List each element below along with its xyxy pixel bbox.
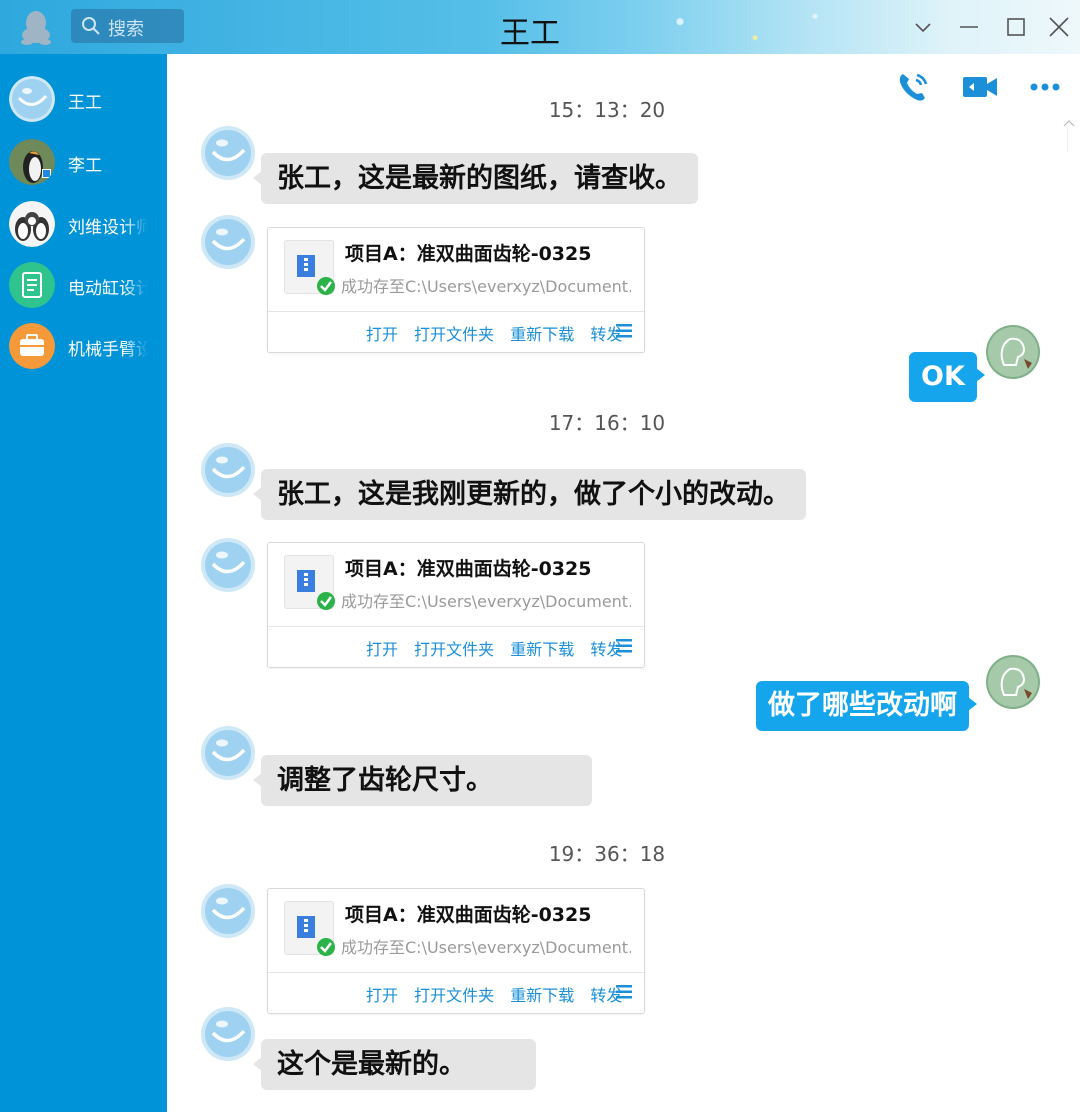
file-name: 项目A：准双曲面齿轮-0325 [345,558,592,580]
sender-avatar-icon[interactable] [201,126,255,180]
scrollbar-track[interactable] [1067,128,1068,152]
menu-icon[interactable] [616,324,632,338]
file-card[interactable]: 项目A：准双曲面齿轮-0325 成功存至C:\Users\everxyz\Doc… [267,227,645,353]
file-actions: 打开 打开文件夹 重新下载 转发 [366,982,633,1006]
scroll-up-icon[interactable] [1062,118,1076,128]
sidebar-item-label: 刘维设计师 [68,218,148,238]
message-bubble[interactable]: 这个是最新的。 [253,1039,536,1090]
penguins-avatar-icon [9,201,55,247]
contact-sidebar: 王工 李工 刘维设计师 电动缸设计 机械手臂设 [0,54,167,1112]
document-group-icon [9,262,55,308]
file-actions: 打开 打开文件夹 重新下载 转发 [366,636,633,660]
file-name: 项目A：准双曲面齿轮-0325 [345,243,592,265]
divider [268,311,644,312]
divider [268,626,644,627]
my-avatar-icon[interactable] [986,655,1040,709]
briefcase-group-icon [9,323,55,369]
timestamp: 19：36：18 [548,842,666,866]
zip-file-icon [284,555,335,610]
file-status: 成功存至C:\Users\everxyz\Document... [341,938,631,957]
window-title: 王工 [500,16,560,51]
zip-file-icon [284,240,335,295]
chevron-down-icon[interactable] [908,12,938,42]
search-placeholder: 搜索 [108,19,144,40]
my-avatar-icon[interactable] [986,325,1040,379]
open-file-link[interactable]: 打开 [366,325,398,344]
zip-file-icon [284,901,335,956]
file-status: 成功存至C:\Users\everxyz\Document... [341,277,631,296]
sidebar-item-label: 电动缸设计 [68,279,148,299]
file-name: 项目A：准双曲面齿轮-0325 [345,904,592,926]
minimize-icon[interactable] [954,12,984,42]
search-input[interactable]: 搜索 [71,9,184,43]
open-folder-link[interactable]: 打开文件夹 [414,640,494,659]
file-card[interactable]: 项目A：准双曲面齿轮-0325 成功存至C:\Users\everxyz\Doc… [267,888,645,1014]
search-icon [82,17,100,35]
open-file-link[interactable]: 打开 [366,986,398,1005]
sidebar-item-wanggong[interactable]: 王工 [0,72,167,130]
file-status: 成功存至C:\Users\everxyz\Document... [341,592,631,611]
message-bubble[interactable]: 调整了齿轮尺寸。 [253,755,592,806]
open-file-link[interactable]: 打开 [366,640,398,659]
sidebar-item-diandonggang[interactable]: 电动缸设计 [0,258,167,316]
divider [268,972,644,973]
penguin-avatar-icon [9,139,55,185]
sidebar-item-ligong[interactable]: 李工 [0,135,167,193]
menu-icon[interactable] [616,985,632,999]
sender-avatar-icon[interactable] [201,215,255,269]
maximize-icon[interactable] [1001,12,1031,42]
more-icon[interactable] [1025,70,1065,104]
penguin-logo-icon[interactable] [20,9,52,45]
redownload-link[interactable]: 重新下载 [510,986,574,1005]
sidebar-item-label: 机械手臂设计 [68,340,148,360]
sidebar-item-jixieshoubi[interactable]: 机械手臂设计 [0,319,167,377]
title-bar: 搜索 王工 [0,0,1080,54]
timestamp: 17：16：10 [548,411,666,435]
sender-avatar-icon[interactable] [201,884,255,938]
sender-avatar-icon[interactable] [201,726,255,780]
file-card[interactable]: 项目A：准双曲面齿轮-0325 成功存至C:\Users\everxyz\Doc… [267,542,645,668]
message-bubble[interactable]: 张工，这是最新的图纸，请查收。 [253,153,698,204]
menu-icon[interactable] [616,639,632,653]
open-folder-link[interactable]: 打开文件夹 [414,325,494,344]
file-actions: 打开 打开文件夹 重新下载 转发 [366,321,633,345]
contact-avatar-icon [9,76,55,122]
close-icon[interactable] [1044,12,1074,42]
my-message-bubble[interactable]: 做了哪些改动啊 [756,681,977,731]
redownload-link[interactable]: 重新下载 [510,325,574,344]
video-call-icon[interactable] [960,70,1000,104]
sender-avatar-icon[interactable] [201,1007,255,1061]
timestamp: 15：13：20 [548,98,666,122]
redownload-link[interactable]: 重新下载 [510,640,574,659]
open-folder-link[interactable]: 打开文件夹 [414,986,494,1005]
title-bar-decoration [590,0,890,54]
my-message-bubble[interactable]: OK [909,352,985,402]
sidebar-item-label: 李工 [68,156,102,176]
message-bubble[interactable]: 张工，这是我刚更新的，做了个小的改动。 [253,469,806,520]
sidebar-item-label: 王工 [68,93,102,113]
chat-panel: 15：13：20 张工，这是最新的图纸，请查收。 项目A：准双曲面齿轮-0325… [167,54,1080,1112]
sender-avatar-icon[interactable] [201,443,255,497]
sender-avatar-icon[interactable] [201,538,255,592]
sidebar-item-liuwei[interactable]: 刘维设计师 [0,197,167,255]
